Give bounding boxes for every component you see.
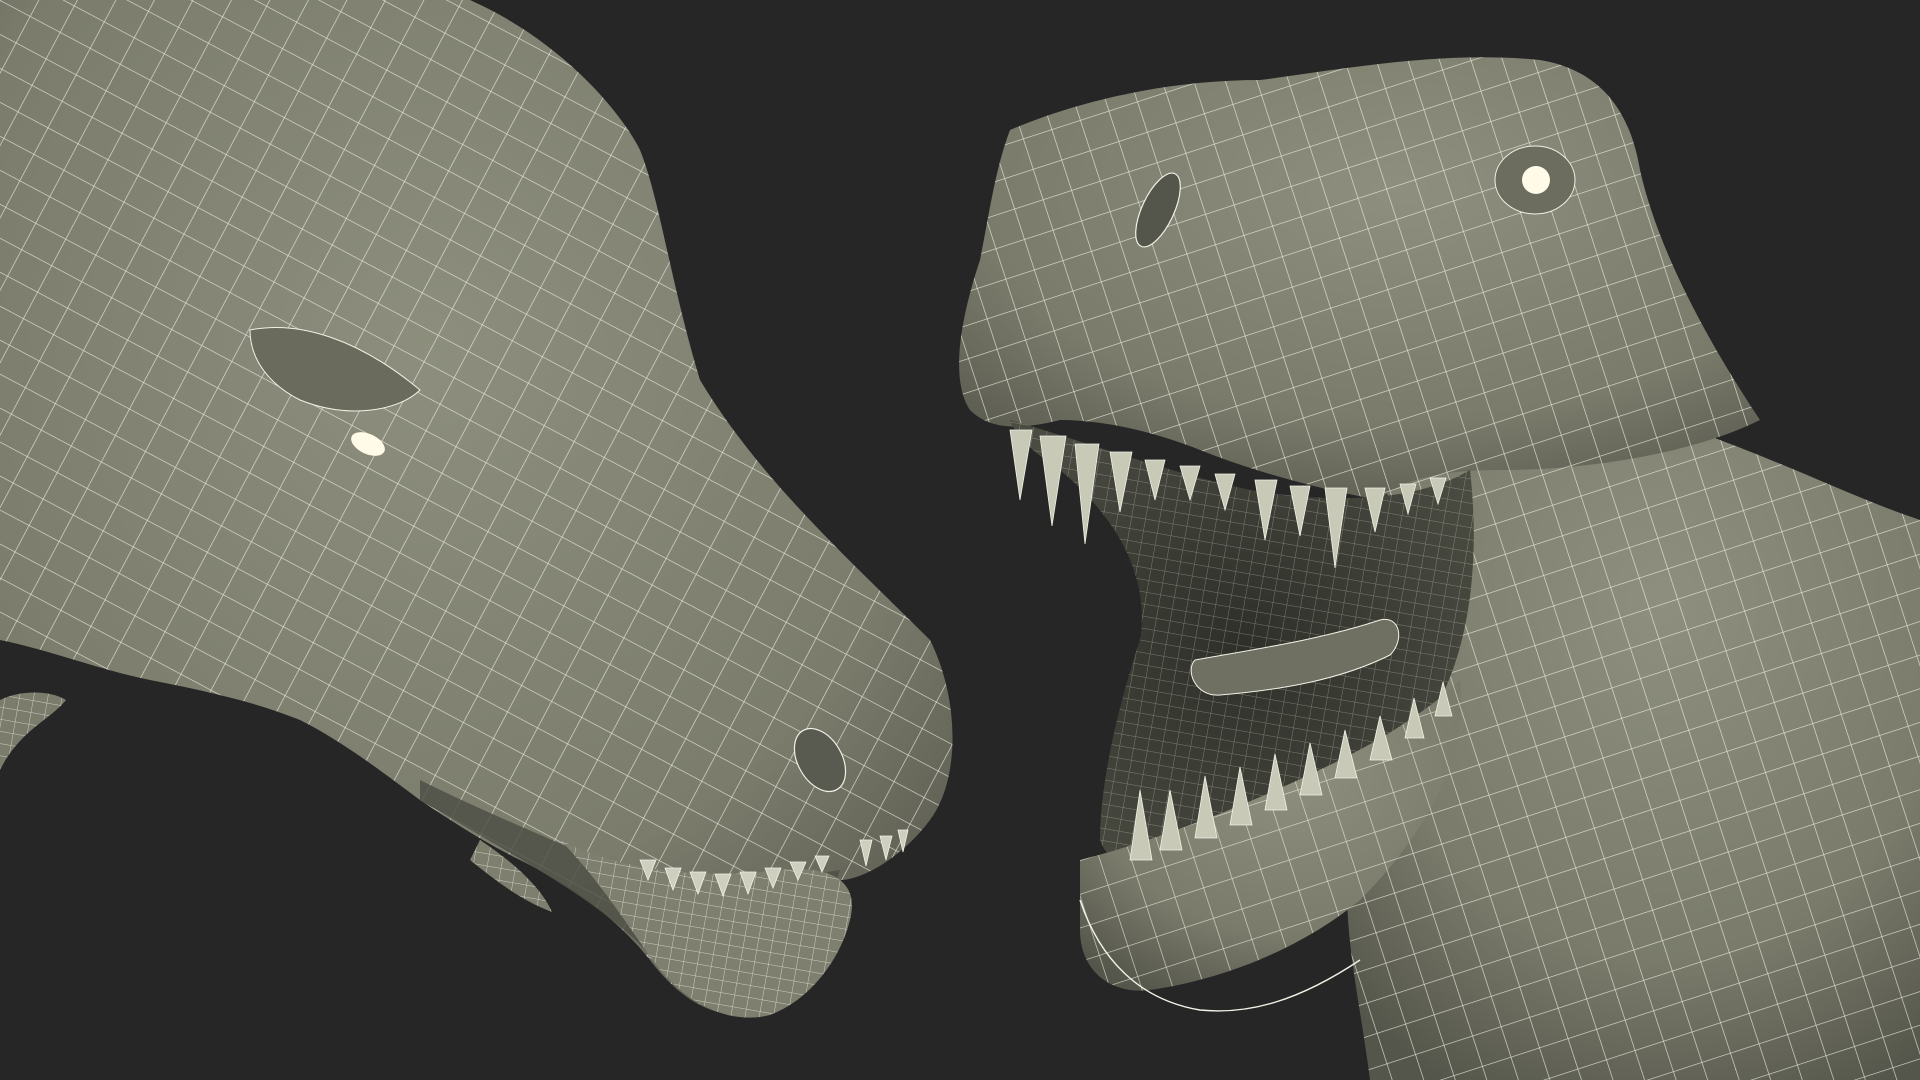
right-trex-eye	[1522, 166, 1550, 194]
wireframe-render-canvas	[0, 0, 1920, 1080]
